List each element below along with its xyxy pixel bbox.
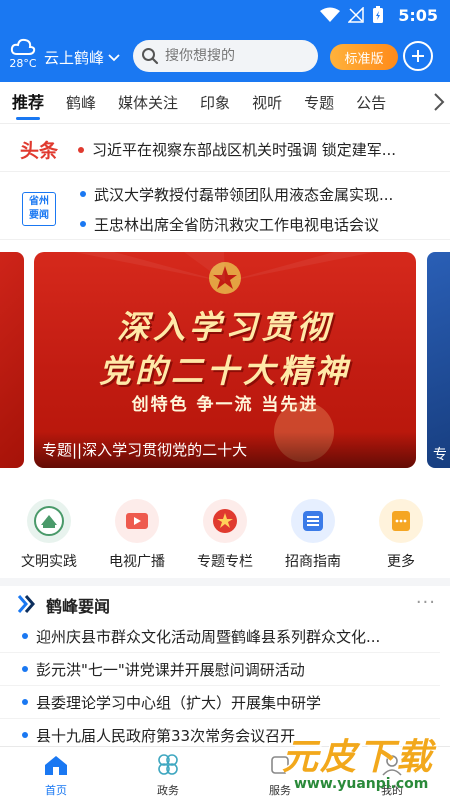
status-bar: 5:05 xyxy=(0,0,450,32)
tab-recommend[interactable]: 推荐 xyxy=(12,82,44,124)
quick-link-label: 电视广播 xyxy=(109,554,165,570)
banner-caption: 专题||深入学习贯彻党的二十大 xyxy=(34,432,416,468)
quick-link-civilization[interactable]: 文明实践 xyxy=(12,495,86,573)
more-options-icon[interactable]: ··· xyxy=(416,592,436,613)
nav-home[interactable]: 首页 xyxy=(0,747,112,800)
section-title: 鹤峰要闻 xyxy=(46,597,111,616)
headline-row[interactable]: 头条 习近平在视察东部战区机关时强调 锁定建军... xyxy=(0,128,450,172)
watermark-overlay: 元皮下载 www.yuanpi.com xyxy=(268,726,450,800)
banner-title-line-2: 党的二十大精神 xyxy=(98,352,351,390)
badge-line-1: 省州 xyxy=(29,196,49,207)
quick-link-more[interactable]: 更多 xyxy=(364,495,438,573)
home-icon xyxy=(45,756,67,775)
section-header: 鹤峰要闻 ··· xyxy=(0,590,450,618)
bullet-dot xyxy=(22,732,28,738)
location-label: 云上鹤峰 xyxy=(44,49,105,67)
watermark-url: www.yuanpi.com xyxy=(294,776,429,792)
news-title: 王忠林出席全省防汛救灾工作电视电话会议 xyxy=(94,215,380,234)
government-affairs-icon xyxy=(158,754,178,775)
location-selector[interactable]: 云上鹤峰 xyxy=(44,47,120,68)
search-icon xyxy=(142,48,159,65)
news-title: 迎州庆县市群众文化活动周暨鹤峰县系列群众文化... xyxy=(36,627,381,646)
tab-special[interactable]: 专题 xyxy=(304,82,334,124)
headline-tag: 头条 xyxy=(19,140,58,162)
tab-impression[interactable]: 印象 xyxy=(200,82,230,124)
banner-slide[interactable]: 深入学习贯彻 党的二十大精神 创特色 争一流 当先进 专题||深入学习贯彻党的二… xyxy=(34,252,416,468)
no-signal-icon xyxy=(348,7,364,23)
special-topic-icon xyxy=(203,499,247,543)
bullet-dot xyxy=(22,666,28,672)
chevron-down-icon xyxy=(108,53,120,61)
search-bar[interactable] xyxy=(133,40,318,72)
banner-title-line-1: 深入学习贯彻 xyxy=(116,308,333,346)
tab-hefeng[interactable]: 鹤峰 xyxy=(66,82,96,124)
news-title: 县委理论学习中心组（扩大）开展集中研学 xyxy=(36,693,322,712)
banner-carousel[interactable]: 深入学习贯彻 党的二十大精神 创特色 争一流 当先进 专题||深入学习贯彻党的二… xyxy=(0,250,450,470)
quick-link-tv[interactable]: 电视广播 xyxy=(100,495,174,573)
tab-video[interactable]: 视听 xyxy=(252,82,282,124)
section-divider xyxy=(0,578,450,586)
edition-switch-button[interactable]: 标准版 xyxy=(330,44,398,70)
battery-icon xyxy=(373,6,383,23)
investment-guide-icon xyxy=(291,499,335,543)
news-title: 彭元洪"七一"讲党课并开展慰问调研活动 xyxy=(36,660,305,679)
quick-link-label: 专题专栏 xyxy=(197,554,253,570)
tab-notice[interactable]: 公告 xyxy=(356,82,386,124)
quick-link-investment[interactable]: 招商指南 xyxy=(276,495,350,573)
bullet-dot xyxy=(22,633,28,639)
provincial-news-badge: 省州 要闻 xyxy=(22,192,56,226)
quick-link-special[interactable]: 专题专栏 xyxy=(188,495,262,573)
watermark-text: 元皮下载 xyxy=(282,737,435,778)
prev-banner-card[interactable] xyxy=(0,252,24,468)
wifi-icon xyxy=(320,7,340,22)
list-item[interactable]: 武汉大学教授付磊带领团队用液态金属实现... xyxy=(80,181,430,207)
status-icons xyxy=(320,6,384,24)
bullet-dot xyxy=(22,699,28,705)
chevron-right-icon[interactable] xyxy=(432,92,446,112)
add-button[interactable] xyxy=(403,41,433,71)
provincial-news: 省州 要闻 武汉大学教授付磊带领团队用液态金属实现... 王忠林出席全省防汛救灾… xyxy=(0,176,450,240)
list-item[interactable]: 彭元洪"七一"讲党课并开展慰问调研活动 xyxy=(0,653,440,686)
banner-subtitle: 创特色 争一流 当先进 xyxy=(131,395,319,415)
status-time: 5:05 xyxy=(398,6,438,25)
more-grid-icon xyxy=(379,499,423,543)
badge-line-2: 要闻 xyxy=(29,210,49,221)
app-screen: 5:05 28°C 云上鹤峰 标准版 推荐 鹤峰 媒体关注 印象 视听 专题 公… xyxy=(0,0,450,800)
news-title: 武汉大学教授付磊带领团队用液态金属实现... xyxy=(94,185,394,204)
bullet-dot xyxy=(78,146,84,153)
quick-link-label: 招商指南 xyxy=(285,554,341,570)
nav-label: 政务 xyxy=(157,784,179,797)
list-item[interactable]: 县委理论学习中心组（扩大）开展集中研学 xyxy=(0,686,440,719)
nav-label: 首页 xyxy=(45,784,67,797)
double-chevron-icon xyxy=(17,595,35,613)
nav-government[interactable]: 政务 xyxy=(112,747,224,800)
search-input[interactable] xyxy=(165,48,305,64)
weather-temperature: 28°C xyxy=(9,57,37,70)
civilization-practice-icon xyxy=(27,499,71,543)
tv-broadcast-icon xyxy=(115,499,159,543)
next-banner-caption: 专 xyxy=(433,447,447,463)
quick-link-label: 更多 xyxy=(387,554,415,570)
cloud-icon xyxy=(10,38,36,55)
plus-icon xyxy=(412,50,424,62)
quick-link-label: 文明实践 xyxy=(21,554,77,570)
list-item[interactable]: 迎州庆县市群众文化活动周暨鹤峰县系列群众文化... xyxy=(0,620,440,653)
weather-widget[interactable]: 28°C xyxy=(8,38,38,70)
bullet-dot xyxy=(80,221,86,227)
quick-links: 文明实践 电视广播 专题专栏 招商指南 更多 xyxy=(0,495,450,573)
tab-media-focus[interactable]: 媒体关注 xyxy=(118,82,178,124)
channel-tabs: 推荐 鹤峰 媒体关注 印象 视听 专题 公告 xyxy=(0,82,450,124)
list-item[interactable]: 王忠林出席全省防汛救灾工作电视电话会议 xyxy=(80,211,430,237)
bullet-dot xyxy=(80,191,86,197)
headline-text: 习近平在视察东部战区机关时强调 锁定建军... xyxy=(92,141,397,159)
next-banner-card[interactable]: 专 xyxy=(427,252,450,468)
